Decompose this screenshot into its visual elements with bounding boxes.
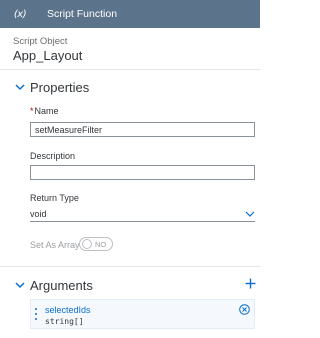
return-type-select[interactable]: void <box>30 207 255 222</box>
object-type-label: Script Object <box>13 36 68 47</box>
chevron-down-icon <box>14 82 26 94</box>
remove-argument-button[interactable] <box>239 304 250 315</box>
section-divider <box>0 266 260 267</box>
set-as-array-toggle[interactable]: NO <box>79 237 113 251</box>
chevron-down-icon <box>245 210 255 218</box>
add-argument-button[interactable] <box>244 277 256 289</box>
arguments-heading: Arguments <box>30 278 93 293</box>
chevron-down-icon <box>14 280 26 292</box>
plus-icon <box>245 278 255 288</box>
object-name: App_Layout <box>13 48 83 63</box>
drag-handle-icon[interactable] <box>34 308 37 320</box>
return-type-value: void <box>30 209 47 219</box>
description-field[interactable] <box>30 165 255 180</box>
name-label-text: Name <box>34 106 59 116</box>
argument-type: string[] <box>45 317 84 326</box>
argument-name[interactable]: selectedIds <box>45 305 91 315</box>
dialog-title: Script Function <box>47 8 118 20</box>
name-label: *Name <box>30 106 59 116</box>
set-as-array-label: Set As Array <box>30 240 80 250</box>
arguments-section-toggle[interactable]: Arguments <box>14 278 93 293</box>
return-type-label: Return Type <box>30 193 79 203</box>
dialog-header: (x) Script Function <box>0 0 260 28</box>
name-field[interactable]: setMeasureFilter <box>30 122 255 137</box>
fx-icon: (x) <box>13 8 27 20</box>
close-circle-icon <box>239 304 250 315</box>
properties-section-toggle[interactable]: Properties <box>14 80 89 95</box>
properties-heading: Properties <box>30 80 90 95</box>
header-divider <box>0 69 260 70</box>
argument-row[interactable]: selectedIds string[] <box>30 299 255 329</box>
description-label: Description <box>30 151 76 161</box>
toggle-state-text: NO <box>95 239 107 249</box>
required-marker: * <box>30 106 34 116</box>
toggle-knob <box>82 239 92 249</box>
